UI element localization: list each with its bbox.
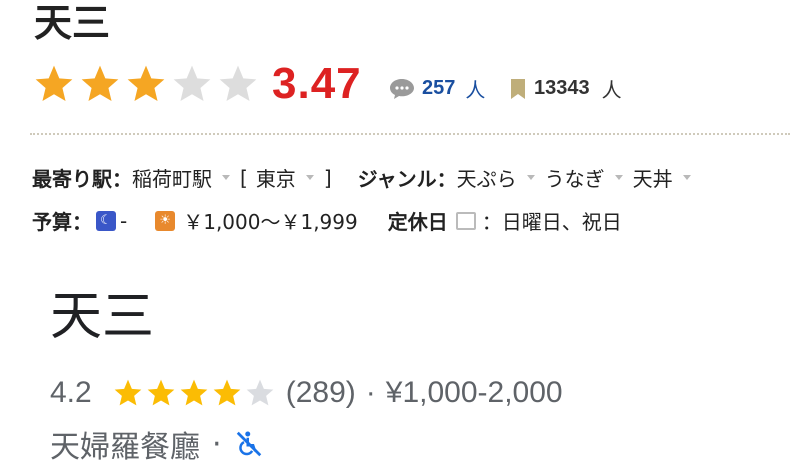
budget-dinner: - [120,208,128,233]
area-open-bracket: [ [240,165,248,190]
google-star-rating [112,377,276,409]
area-close-bracket: ] [323,165,332,190]
review-count: 257 [422,77,456,99]
genre-link[interactable]: うなぎ [545,163,605,192]
info-row-budget-holiday: 予算： ☾ - ☀ ￥1,000～￥1,999 定休日 ： 日曜日、祝日 [32,206,622,235]
save-unit: 人 [601,78,622,102]
budget-lunch: ￥1,000～￥1,999 [183,210,358,234]
station-link[interactable]: 稲荷町駅 [132,163,212,192]
budget-label: 予算： [32,210,92,234]
bookmark-icon [511,78,525,99]
dropdown-arrow-icon[interactable] [305,175,314,180]
save-count: 13343 [534,77,590,99]
genre-label: ジャンル： [357,167,457,191]
google-rating: 4.2 [50,376,92,409]
area-link[interactable]: 東京 [256,163,296,192]
price-range: ¥1,000-2,000 [385,376,563,409]
star-rating [32,62,260,110]
dropdown-arrow-icon[interactable] [614,175,623,180]
restaurant-name: 天三 [34,1,111,45]
save-count-link[interactable]: 13343 人 [510,74,622,103]
moon-icon: ☾ [96,210,116,231]
star-icon [35,65,73,102]
category-separator: · [212,426,222,462]
info-row-station-genre: 最寄り駅： 稲荷町駅 [ 東京 ] ジャンル： 天ぷら うなぎ 天丼 [32,163,701,192]
dropdown-arrow-icon[interactable] [222,175,230,180]
star-icon [114,379,142,406]
star-icon [213,379,241,406]
star-icon [81,65,119,102]
place-name: 天三 [50,287,155,347]
star-icon [127,65,165,102]
review-unit: 人 [465,78,486,102]
speech-bubble-icon [390,78,414,99]
genre-link[interactable]: 天丼 [633,163,673,192]
star-icon [180,379,208,406]
dropdown-arrow-icon[interactable] [682,175,691,180]
not-wheelchair-accessible-icon [236,431,261,457]
google-category-row: 天婦羅餐廳 · [50,422,264,466]
station-label: 最寄り駅： [32,167,132,191]
review-count-link[interactable]: 257 人 [388,74,485,103]
star-empty-icon [246,379,274,406]
dropdown-arrow-icon[interactable] [526,175,535,180]
google-rating-row: 4.2 (289) · ¥1,000-2,000 [50,376,563,410]
divider [30,133,790,135]
star-empty-icon [219,65,257,102]
category[interactable]: 天婦羅餐廳 [50,422,200,466]
google-review-count[interactable]: (289) [286,376,356,410]
genre-link[interactable]: 天ぷら [457,163,517,192]
calendar-note-icon[interactable] [455,211,476,230]
sun-icon: ☀ [155,210,176,231]
star-icon [147,379,175,406]
holiday-value: 日曜日、祝日 [501,210,622,234]
rating-score: 3.47 [272,59,362,108]
star-empty-icon [173,65,211,102]
separator: · [365,376,376,409]
holiday-colon: ： [481,210,502,234]
holiday-label: 定休日 [387,210,448,234]
